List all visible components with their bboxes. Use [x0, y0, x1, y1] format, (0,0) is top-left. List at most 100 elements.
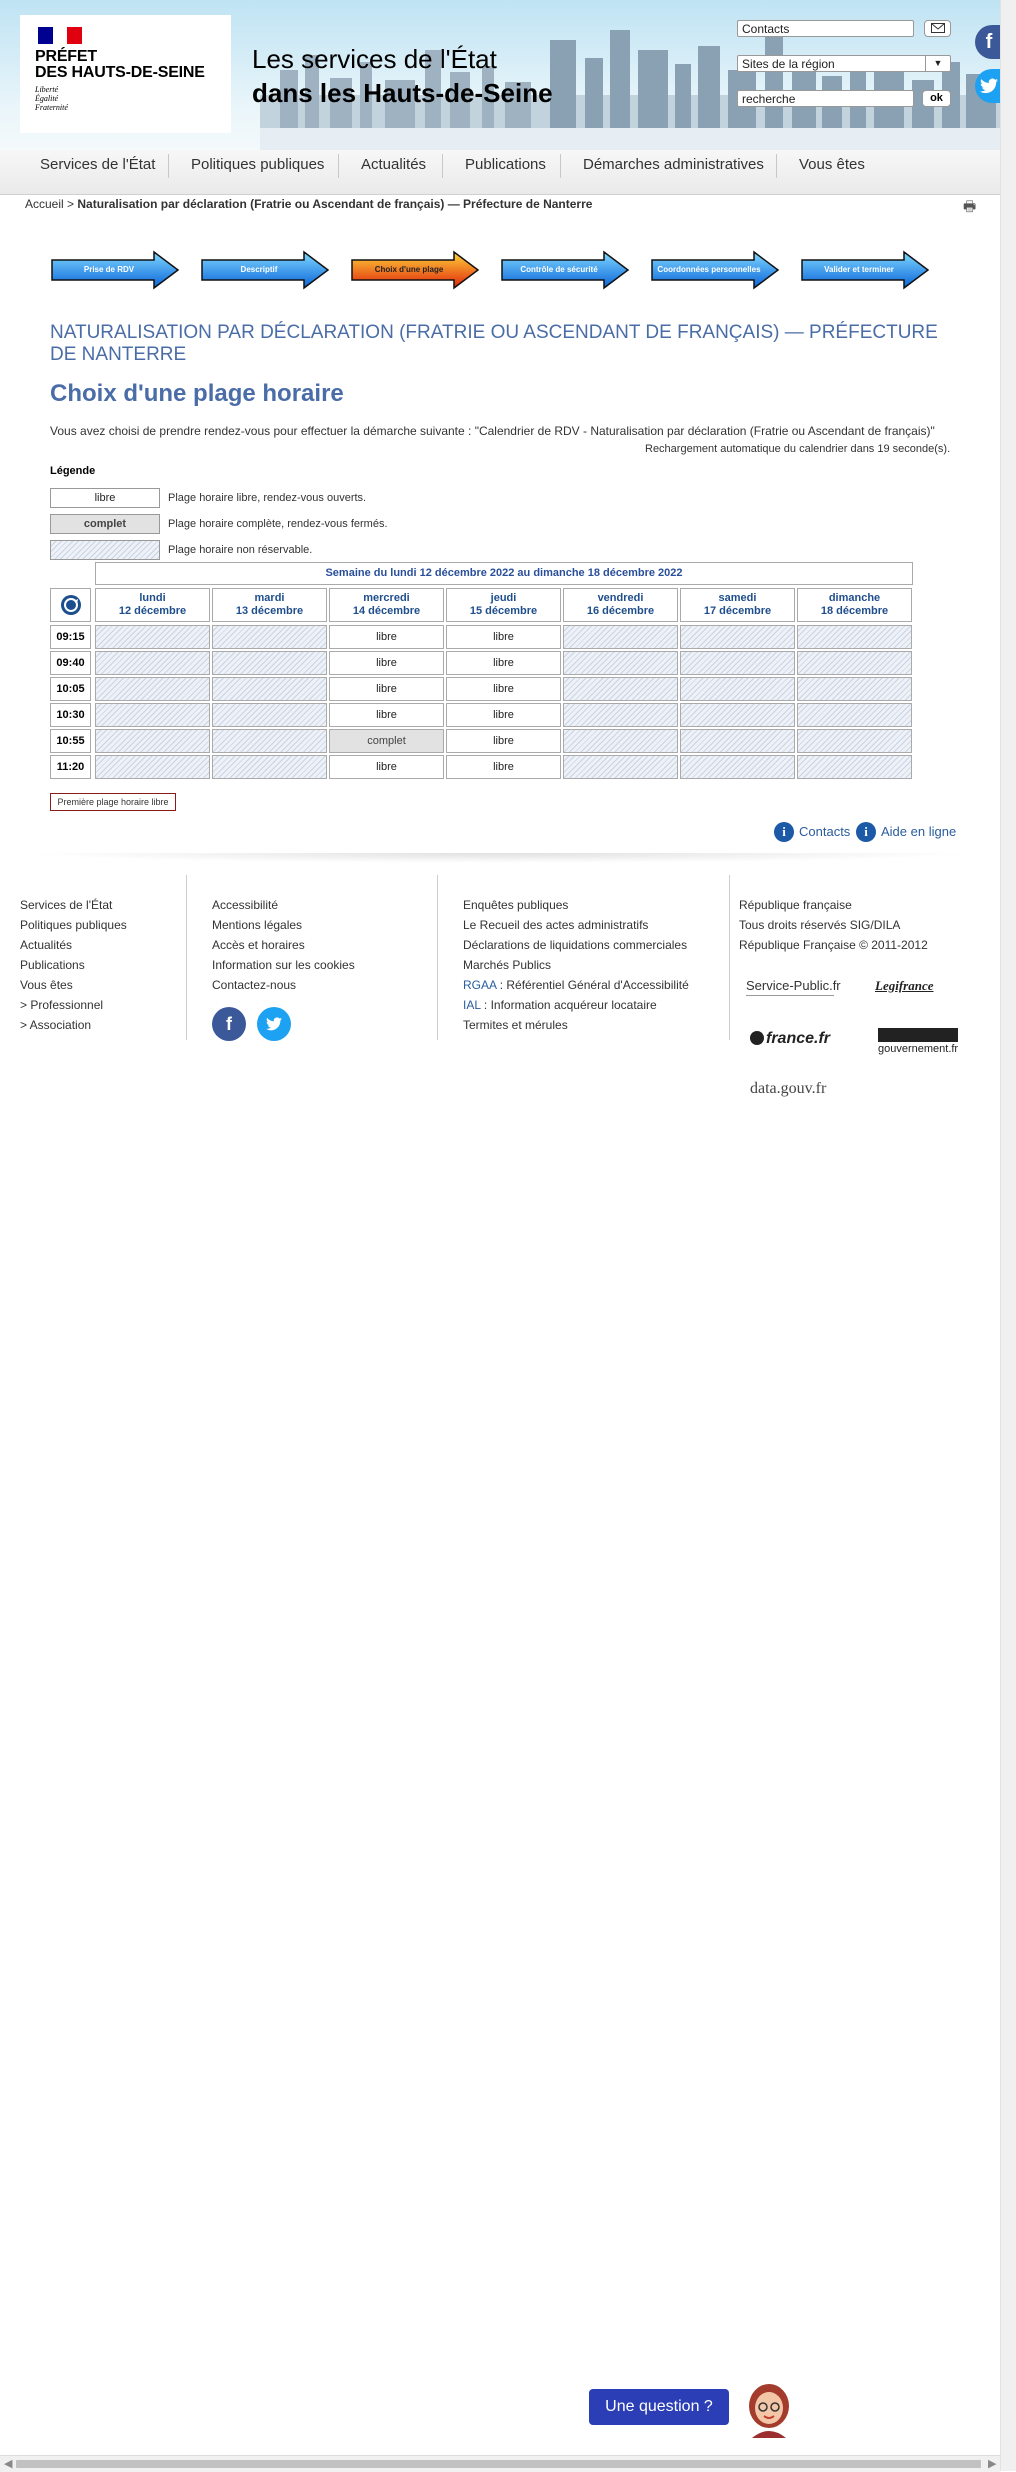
slot-unavailable — [680, 677, 795, 701]
slot-libre[interactable]: libre — [446, 729, 561, 753]
print-icon[interactable]: 🖶 — [963, 196, 976, 220]
marianne-flag-icon — [38, 27, 83, 44]
horizontal-scrollbar[interactable]: ◀ ▶ — [0, 2455, 1000, 2472]
footer-link[interactable]: Enquêtes publiques — [463, 895, 689, 915]
footer-link[interactable]: Accès et horaires — [212, 935, 355, 955]
logo-text: PRÉFET DES HAUTS-DE-SEINE — [35, 48, 205, 81]
footer-link[interactable]: IAL : Information acquéreur locataire — [463, 995, 689, 1015]
nav-item-politiques[interactable]: Politiques publiques — [191, 150, 324, 194]
footer-link[interactable]: Mentions légales — [212, 915, 355, 935]
footer-link[interactable]: Vous êtes — [20, 975, 127, 995]
site-title: Les services de l'État dans les Hauts-de… — [252, 44, 553, 108]
step-4: Contrôle de sécurité — [500, 250, 630, 290]
slot-unavailable — [797, 703, 912, 727]
slot-unavailable — [212, 703, 327, 727]
slot-libre[interactable]: libre — [446, 651, 561, 675]
footer-link[interactable]: Déclarations de liquidations commerciale… — [463, 935, 689, 955]
breadcrumb-current: Naturalisation par déclaration (Fratrie … — [77, 197, 593, 211]
mail-icon — [930, 23, 945, 33]
nav-item-services[interactable]: Services de l'État — [40, 150, 155, 194]
partner-data-gouv[interactable]: data.gouv.fr — [750, 1080, 826, 1098]
nav-item-actualites[interactable]: Actualités — [361, 150, 426, 194]
refresh-cell[interactable] — [50, 588, 91, 622]
footer-link[interactable]: Contactez-nous — [212, 975, 355, 995]
footer-link[interactable]: Actualités — [20, 935, 127, 955]
day-header: jeudi 15 décembre — [446, 588, 561, 622]
slot-unavailable — [680, 729, 795, 753]
partner-france-fr[interactable]: france.fr — [750, 1030, 830, 1048]
slot-unavailable — [95, 677, 210, 701]
footer-link[interactable]: Accessibilité — [212, 895, 355, 915]
footer-col-2: Accessibilité Mentions légales Accès et ho… — [212, 895, 355, 995]
first-free-slot-button[interactable]: Première plage horaire libre — [50, 793, 176, 811]
day-header: mercredi 14 décembre — [329, 588, 444, 622]
legend-text-libre: Plage horaire libre, rendez-vous ouverts… — [168, 492, 367, 504]
slot-libre[interactable]: libre — [329, 677, 444, 701]
scroll-left-icon[interactable]: ◀ — [4, 2457, 12, 2470]
slot-unavailable — [797, 729, 912, 753]
slot-unavailable — [212, 729, 327, 753]
online-help-link[interactable]: Aide en ligne — [881, 824, 956, 839]
slot-libre[interactable]: libre — [446, 703, 561, 727]
slot-libre[interactable]: libre — [329, 625, 444, 649]
scroll-right-icon[interactable]: ▶ — [988, 2457, 996, 2470]
contacts-link[interactable]: Contacts — [799, 824, 850, 839]
footer-link[interactable]: RGAA : Référentiel Général d'Accessibili… — [463, 975, 689, 995]
breadcrumb: Accueil > Naturalisation par déclaration… — [25, 197, 592, 211]
chat-question-button[interactable]: Une question ? — [589, 2389, 729, 2425]
slot-libre[interactable]: libre — [329, 703, 444, 727]
slot-unavailable — [95, 651, 210, 675]
slot-libre[interactable]: libre — [446, 755, 561, 779]
footer-col-3: Enquêtes publiques Le Recueil des actes a… — [463, 895, 689, 1035]
chat-assistant-avatar-icon[interactable] — [744, 2380, 794, 2438]
prefet-logo[interactable]: PRÉFET DES HAUTS-DE-SEINE Liberté Égalit… — [20, 15, 231, 133]
footer-link[interactable]: Politiques publiques — [20, 915, 127, 935]
partner-gouvernement[interactable]: gouvernement.fr — [878, 1028, 958, 1055]
slot-unavailable — [212, 677, 327, 701]
footer-col-1: Services de l'État Politiques publiques Ac… — [20, 895, 127, 1035]
mail-button[interactable] — [924, 20, 951, 37]
footer-twitter-button[interactable] — [257, 1007, 291, 1041]
legend-box-libre: libre — [50, 488, 160, 508]
slot-libre[interactable]: libre — [446, 677, 561, 701]
day-header: dimanche 18 décembre — [797, 588, 912, 622]
region-select[interactable]: Sites de la région ▼ — [737, 55, 951, 72]
legend-box-complet: complet — [50, 514, 160, 534]
nav-item-demarches[interactable]: Démarches administratives — [583, 150, 764, 194]
footer-link[interactable]: Information sur les cookies — [212, 955, 355, 975]
footer-link[interactable]: Termites et mérules — [463, 1015, 689, 1035]
nav-item-vous-etes[interactable]: Vous êtes — [799, 150, 865, 194]
twitter-icon — [980, 78, 998, 94]
site-header: PRÉFET DES HAUTS-DE-SEINE Liberté Égalit… — [0, 0, 1000, 150]
partner-service-public[interactable]: Service-Public.fr — [746, 978, 841, 996]
slot-libre[interactable]: libre — [446, 625, 561, 649]
footer-link[interactable]: Le Recueil des actes administratifs — [463, 915, 689, 935]
slot-unavailable — [680, 755, 795, 779]
slot-unavailable — [95, 625, 210, 649]
footer-link[interactable]: > Professionnel — [20, 995, 127, 1015]
slot-unavailable — [797, 625, 912, 649]
footer-facebook-button[interactable]: f — [212, 1007, 246, 1041]
search-button[interactable]: ok — [922, 90, 951, 107]
slot-libre[interactable]: libre — [329, 755, 444, 779]
page: PRÉFET DES HAUTS-DE-SEINE Liberté Égalit… — [0, 0, 1000, 2471]
main-nav: Services de l'État Politiques publiques … — [0, 150, 1000, 195]
nav-item-publications[interactable]: Publications — [465, 150, 546, 194]
chevron-down-icon: ▼ — [925, 56, 950, 71]
vertical-scrollbar[interactable] — [1000, 0, 1016, 2471]
footer-link[interactable]: > Association — [20, 1015, 127, 1035]
breadcrumb-home-link[interactable]: Accueil — [25, 197, 64, 211]
contacts-field[interactable]: Contacts — [737, 20, 914, 37]
slot-unavailable — [797, 651, 912, 675]
footer-link[interactable]: Services de l'État — [20, 895, 127, 915]
page-title: Naturalisation par déclaration (Fratrie … — [50, 322, 938, 365]
scrollbar-thumb[interactable] — [16, 2460, 981, 2468]
slot-libre[interactable]: libre — [329, 651, 444, 675]
search-input[interactable]: recherche — [737, 90, 914, 107]
footer-link[interactable]: Marchés Publics — [463, 955, 689, 975]
partner-legifrance[interactable]: Legifrance — [875, 978, 933, 994]
reload-countdown: Rechargement automatique du calendrier d… — [645, 443, 951, 455]
footer-link[interactable]: Publications — [20, 955, 127, 975]
refresh-icon — [60, 595, 81, 615]
time-label: 09:15 — [50, 625, 91, 649]
